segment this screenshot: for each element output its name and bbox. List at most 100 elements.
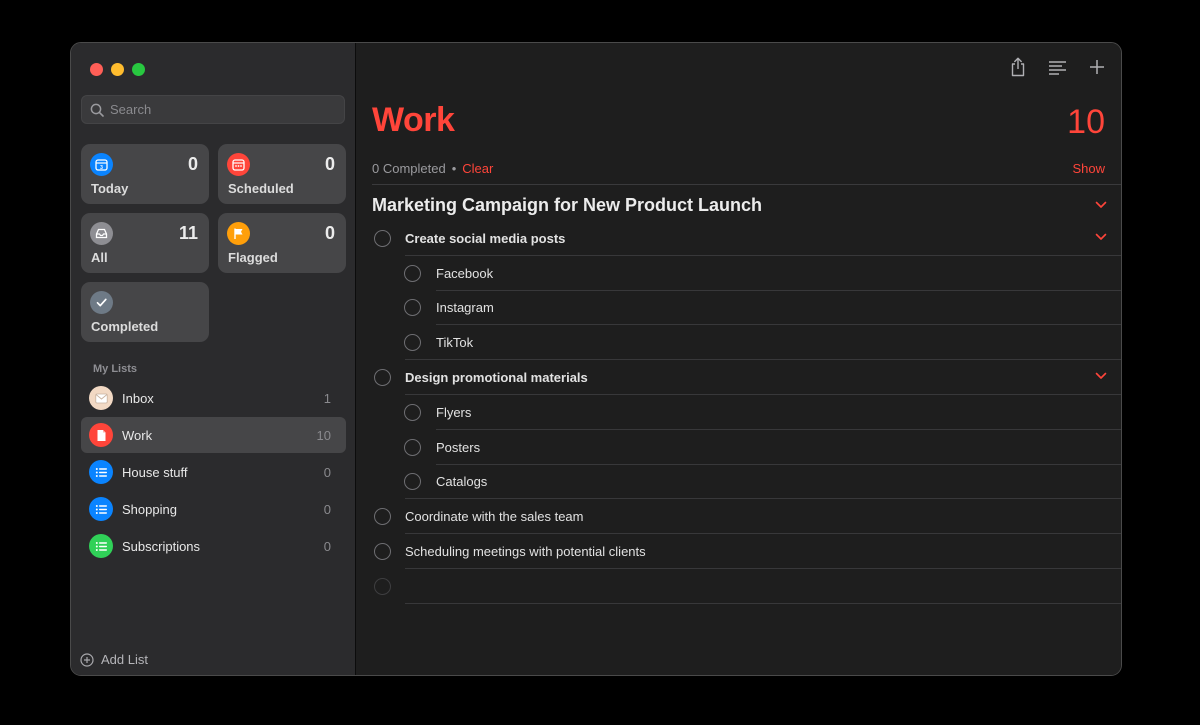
task-row[interactable]: Scheduling meetings with potential clien…: [356, 534, 1121, 569]
task-checkbox[interactable]: [404, 334, 421, 352]
task-checkbox[interactable]: [374, 369, 391, 387]
reminders-window: 3 0 Today 0 Scheduled 11 All: [70, 42, 1122, 676]
chevron-down-icon[interactable]: [1095, 201, 1107, 209]
task-checkbox[interactable]: [374, 577, 391, 595]
task-row[interactable]: Posters: [356, 430, 1121, 465]
task-title[interactable]: Instagram: [436, 300, 494, 315]
window-controls: [90, 63, 145, 76]
task-row[interactable]: Facebook: [356, 256, 1121, 291]
scheduled-label: Scheduled: [228, 181, 294, 196]
task-row[interactable]: TikTok: [356, 325, 1121, 361]
toolbar: [1010, 57, 1105, 77]
completed-text: 0 Completed: [372, 161, 446, 176]
task-title[interactable]: Flyers: [436, 405, 471, 420]
search-icon: [90, 103, 104, 117]
calendar-today-icon: 3: [90, 153, 113, 176]
calendar-scheduled-icon: [227, 153, 250, 176]
sidebar-item-label: Shopping: [122, 501, 177, 517]
sidebar-item-count: 10: [316, 427, 331, 443]
add-list-button[interactable]: Add List: [80, 652, 148, 667]
task-title[interactable]: Catalogs: [436, 474, 487, 489]
tray-icon: [90, 222, 113, 245]
list-title: Work: [372, 101, 455, 139]
task-title[interactable]: Posters: [436, 440, 480, 455]
clear-completed-button[interactable]: Clear: [462, 161, 493, 176]
task-title[interactable]: Facebook: [436, 266, 493, 281]
list-icon: [89, 534, 113, 558]
task-checkbox[interactable]: [404, 438, 421, 456]
flagged-count: 0: [324, 223, 335, 243]
list-icon: [89, 460, 113, 484]
today-label: Today: [91, 181, 129, 196]
task-title[interactable]: Design promotional materials: [405, 370, 588, 385]
smart-list-today[interactable]: 3 0 Today: [81, 144, 209, 204]
zoom-window-button[interactable]: [132, 63, 145, 76]
all-label: All: [91, 250, 108, 265]
completed-summary: 0 Completed • Clear: [372, 161, 493, 176]
svg-text:3: 3: [100, 165, 103, 171]
task-title[interactable]: Create social media posts: [405, 231, 565, 246]
task-list: Create social media posts Facebook Insta…: [356, 221, 1121, 604]
format-list-icon[interactable]: [1048, 60, 1067, 75]
add-list-label: Add List: [101, 652, 148, 667]
my-lists: Inbox 1 Work 10 House stuff 0 Shopping 0…: [81, 380, 346, 565]
sidebar-item-label: Subscriptions: [122, 538, 201, 554]
divider: [372, 184, 1121, 185]
task-row[interactable]: Instagram: [356, 291, 1121, 326]
sidebar-item-subscriptions[interactable]: Subscriptions 0: [81, 528, 346, 564]
plus-circle-icon: [80, 652, 94, 667]
chevron-down-icon[interactable]: [1095, 372, 1107, 380]
my-lists-header: My Lists: [93, 363, 138, 375]
task-checkbox[interactable]: [404, 403, 421, 421]
smart-list-scheduled[interactable]: 0 Scheduled: [218, 144, 346, 204]
task-row[interactable]: Flyers: [356, 395, 1121, 430]
flagged-label: Flagged: [228, 250, 278, 265]
sidebar-item-house-stuff[interactable]: House stuff 0: [81, 454, 346, 490]
list-icon: [89, 497, 113, 521]
sidebar-item-count: 0: [323, 464, 331, 480]
task-checkbox[interactable]: [404, 473, 421, 491]
envelope-icon: [89, 386, 113, 410]
minimize-window-button[interactable]: [111, 63, 124, 76]
task-title[interactable]: Coordinate with the sales team: [405, 509, 583, 524]
new-task-row[interactable]: [356, 569, 1121, 604]
section-title: Marketing Campaign for New Product Launc…: [372, 195, 763, 215]
scheduled-count: 0: [324, 154, 335, 174]
share-icon[interactable]: [1010, 57, 1026, 77]
separator-dot: •: [451, 161, 457, 176]
sidebar-item-label: House stuff: [122, 464, 188, 480]
task-row[interactable]: Coordinate with the sales team: [356, 499, 1121, 535]
smart-list-flagged[interactable]: 0 Flagged: [218, 213, 346, 273]
search-input[interactable]: [110, 102, 330, 117]
all-count: 11: [178, 223, 198, 243]
sidebar-item-count: 0: [323, 501, 331, 517]
completed-label: Completed: [91, 319, 159, 334]
search-box[interactable]: [81, 95, 345, 124]
task-checkbox[interactable]: [404, 299, 421, 317]
list-count: 10: [1067, 103, 1105, 141]
close-window-button[interactable]: [90, 63, 103, 76]
task-checkbox[interactable]: [374, 543, 391, 561]
task-row[interactable]: Create social media posts: [356, 221, 1121, 256]
show-completed-button[interactable]: Show: [1072, 161, 1105, 176]
task-row[interactable]: Design promotional materials: [356, 360, 1121, 395]
sidebar-item-inbox[interactable]: Inbox 1: [81, 380, 346, 416]
checkmark-icon: [90, 291, 113, 314]
sidebar-item-shopping[interactable]: Shopping 0: [81, 491, 346, 527]
sidebar-item-count: 1: [323, 390, 331, 406]
task-title[interactable]: Scheduling meetings with potential clien…: [405, 544, 646, 559]
sidebar-item-label: Inbox: [122, 390, 154, 406]
task-row[interactable]: Catalogs: [356, 465, 1121, 500]
task-checkbox[interactable]: [374, 229, 391, 247]
today-count: 0: [187, 154, 198, 174]
add-reminder-icon[interactable]: [1089, 59, 1105, 75]
flag-icon: [227, 222, 250, 245]
sidebar-item-work[interactable]: Work 10: [81, 417, 346, 453]
task-checkbox[interactable]: [404, 264, 421, 282]
smart-list-all[interactable]: 11 All: [81, 213, 209, 273]
row-divider: [405, 602, 1121, 604]
chevron-down-icon[interactable]: [1095, 233, 1107, 241]
smart-list-completed[interactable]: Completed: [81, 282, 209, 342]
task-checkbox[interactable]: [374, 508, 391, 526]
task-title[interactable]: TikTok: [436, 335, 473, 350]
